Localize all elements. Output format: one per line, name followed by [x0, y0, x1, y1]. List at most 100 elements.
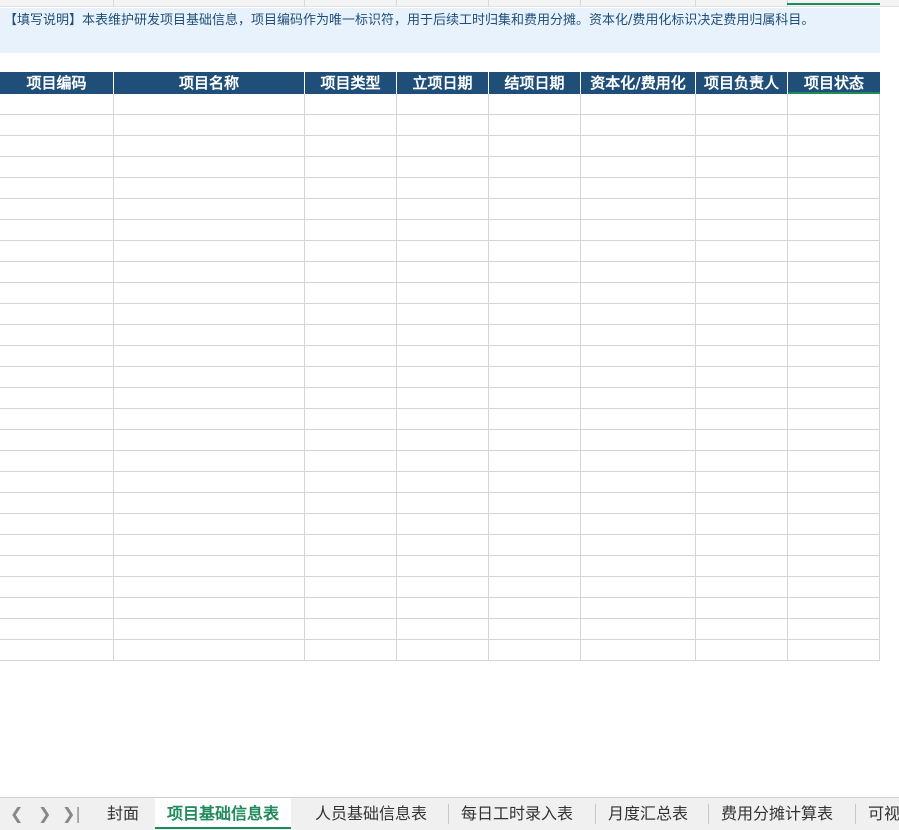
table-cell[interactable] — [489, 178, 581, 199]
table-cell[interactable] — [788, 535, 880, 556]
table-cell[interactable] — [489, 430, 581, 451]
table-cell[interactable] — [489, 241, 581, 262]
table-cell[interactable] — [114, 388, 305, 409]
table-cell[interactable] — [397, 283, 489, 304]
table-cell[interactable] — [581, 157, 696, 178]
header-start-date[interactable]: 立项日期 — [397, 72, 489, 94]
table-cell[interactable] — [788, 178, 880, 199]
table-cell[interactable] — [114, 619, 305, 640]
table-cell[interactable] — [114, 115, 305, 136]
table-cell[interactable] — [788, 430, 880, 451]
tab-daily-hours[interactable]: 每日工时录入表 — [449, 798, 585, 829]
table-cell[interactable] — [581, 178, 696, 199]
table-cell[interactable] — [0, 535, 114, 556]
table-cell[interactable] — [696, 115, 788, 136]
table-cell[interactable] — [489, 94, 581, 115]
table-cell[interactable] — [0, 367, 114, 388]
table-cell[interactable] — [788, 283, 880, 304]
table-cell[interactable] — [581, 598, 696, 619]
table-cell[interactable] — [581, 346, 696, 367]
tab-cover[interactable]: 封面 — [95, 798, 151, 829]
header-capitalization[interactable]: 资本化/费用化 — [581, 72, 696, 94]
table-cell[interactable] — [397, 304, 489, 325]
table-cell[interactable] — [114, 535, 305, 556]
table-cell[interactable] — [305, 409, 397, 430]
table-cell[interactable] — [696, 94, 788, 115]
table-cell[interactable] — [0, 220, 114, 241]
table-cell[interactable] — [696, 157, 788, 178]
table-cell[interactable] — [489, 451, 581, 472]
table-cell[interactable] — [114, 556, 305, 577]
table-cell[interactable] — [397, 619, 489, 640]
table-cell[interactable] — [305, 241, 397, 262]
table-cell[interactable] — [305, 178, 397, 199]
table-cell[interactable] — [581, 283, 696, 304]
table-cell[interactable] — [397, 346, 489, 367]
table-cell[interactable] — [489, 619, 581, 640]
table-cell[interactable] — [696, 346, 788, 367]
table-cell[interactable] — [397, 409, 489, 430]
table-cell[interactable] — [397, 493, 489, 514]
table-cell[interactable] — [788, 472, 880, 493]
table-cell[interactable] — [114, 241, 305, 262]
table-cell[interactable] — [0, 472, 114, 493]
table-cell[interactable] — [114, 451, 305, 472]
table-cell[interactable] — [305, 535, 397, 556]
table-cell[interactable] — [581, 115, 696, 136]
table-cell[interactable] — [581, 640, 696, 661]
table-cell[interactable] — [581, 199, 696, 220]
table-cell[interactable] — [397, 94, 489, 115]
table-cell[interactable] — [489, 199, 581, 220]
table-cell[interactable] — [397, 472, 489, 493]
table-cell[interactable] — [397, 199, 489, 220]
table-cell[interactable] — [581, 451, 696, 472]
table-cell[interactable] — [489, 577, 581, 598]
table-cell[interactable] — [489, 598, 581, 619]
table-cell[interactable] — [696, 451, 788, 472]
table-cell[interactable] — [114, 199, 305, 220]
table-cell[interactable] — [305, 346, 397, 367]
table-cell[interactable] — [581, 556, 696, 577]
table-cell[interactable] — [581, 262, 696, 283]
table-cell[interactable] — [696, 220, 788, 241]
table-cell[interactable] — [581, 220, 696, 241]
table-cell[interactable] — [397, 220, 489, 241]
table-cell[interactable] — [489, 535, 581, 556]
table-cell[interactable] — [788, 94, 880, 115]
table-cell[interactable] — [305, 388, 397, 409]
table-cell[interactable] — [397, 115, 489, 136]
table-cell[interactable] — [305, 220, 397, 241]
table-cell[interactable] — [696, 535, 788, 556]
table-cell[interactable] — [581, 94, 696, 115]
table-cell[interactable] — [581, 430, 696, 451]
table-cell[interactable] — [489, 472, 581, 493]
table-cell[interactable] — [581, 409, 696, 430]
table-cell[interactable] — [489, 136, 581, 157]
table-cell[interactable] — [397, 367, 489, 388]
table-cell[interactable] — [305, 304, 397, 325]
table-cell[interactable] — [305, 283, 397, 304]
table-cell[interactable] — [696, 409, 788, 430]
header-project-code[interactable]: 项目编码 — [0, 72, 114, 94]
table-cell[interactable] — [581, 388, 696, 409]
table-cell[interactable] — [305, 115, 397, 136]
table-cell[interactable] — [305, 367, 397, 388]
table-cell[interactable] — [114, 409, 305, 430]
table-cell[interactable] — [696, 262, 788, 283]
table-cell[interactable] — [581, 472, 696, 493]
tab-staff-info[interactable]: 人员基础信息表 — [303, 798, 439, 829]
table-cell[interactable] — [397, 598, 489, 619]
tab-visualization[interactable]: 可视 — [856, 798, 899, 829]
table-cell[interactable] — [696, 367, 788, 388]
table-cell[interactable] — [0, 388, 114, 409]
table-cell[interactable] — [581, 535, 696, 556]
table-cell[interactable] — [0, 514, 114, 535]
table-cell[interactable] — [489, 388, 581, 409]
table-cell[interactable] — [489, 514, 581, 535]
header-project-status[interactable]: 项目状态 — [788, 72, 880, 94]
table-cell[interactable] — [696, 430, 788, 451]
table-cell[interactable] — [489, 262, 581, 283]
table-cell[interactable] — [788, 409, 880, 430]
table-cell[interactable] — [788, 157, 880, 178]
table-cell[interactable] — [581, 325, 696, 346]
